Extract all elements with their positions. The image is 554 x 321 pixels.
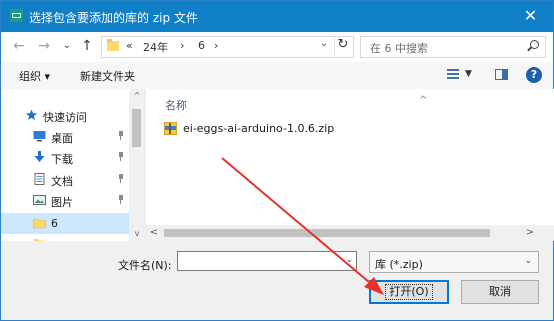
back-arrow-icon[interactable]: ←: [10, 37, 28, 55]
sidebar-item-downloads[interactable]: 下载: [1, 147, 129, 168]
filename-input[interactable]: ⌄: [177, 251, 357, 271]
sidebar-item-label: 文档: [51, 175, 73, 188]
sidebar-item-documents[interactable]: 文档: [1, 169, 129, 190]
command-bar: 组织 ▾ 新建文件夹 ▼ ?: [1, 62, 553, 90]
scrollbar-corner: [538, 225, 554, 241]
preview-pane-icon[interactable]: [495, 69, 508, 80]
sidebar-item-label: 下载: [51, 153, 73, 166]
file-list-pane: 名称 ^ ei-eggs-ai-arduino-1.0.6.zip < >: [145, 89, 554, 241]
search-icon[interactable]: [530, 40, 539, 49]
title-bar: 选择包含要添加的库的 zip 文件 ✕: [1, 1, 553, 32]
breadcrumb-overflow[interactable]: «: [126, 39, 133, 52]
address-bar[interactable]: « 24年 › 6 › ⌄ ↻: [101, 36, 354, 58]
search-placeholder: 在 6 中搜索: [370, 42, 428, 55]
folder-icon: [107, 39, 119, 51]
breadcrumb-6[interactable]: 6: [198, 39, 205, 52]
file-open-dialog: 选择包含要添加的库的 zip 文件 ✕ ← → ⌄ ↑ « 24年 › 6 › …: [0, 0, 554, 321]
navigation-pane: 快速访问 桌面 下载 文档 图片 6 ^ v: [1, 89, 145, 241]
chevron-down-icon[interactable]: ⌄: [345, 255, 353, 265]
column-header-name[interactable]: 名称 ^: [165, 95, 427, 113]
forward-arrow-icon[interactable]: →: [35, 37, 53, 55]
breadcrumb-separator[interactable]: ›: [180, 39, 184, 52]
sidebar-item-6[interactable]: 6: [1, 213, 129, 234]
dialog-footer: 文件名(N): ⌄ 库 (*.zip) ⌄ 打开(O) 取消: [1, 241, 553, 320]
sidebar-item-label: 6: [51, 217, 58, 230]
recent-locations-icon[interactable]: ⌄: [58, 37, 76, 55]
pin-icon[interactable]: [117, 195, 124, 204]
scrollbar-thumb[interactable]: [164, 229, 490, 237]
scrollbar-thumb[interactable]: [132, 109, 141, 147]
open-button-label: 打开(O): [385, 284, 433, 300]
zip-archive-icon: [164, 122, 177, 135]
view-options-icon[interactable]: [447, 69, 459, 81]
close-button[interactable]: ✕: [508, 1, 553, 32]
scroll-down-icon[interactable]: v: [129, 227, 145, 241]
chevron-down-icon[interactable]: ⌄: [524, 256, 532, 266]
file-type-select[interactable]: 库 (*.zip) ⌄: [369, 251, 539, 273]
app-icon: [10, 9, 23, 22]
sidebar-item-partial[interactable]: [1, 234, 129, 241]
open-button[interactable]: 打开(O): [369, 280, 449, 304]
document-icon: [34, 173, 45, 185]
sidebar-item-pictures[interactable]: 图片: [1, 190, 129, 211]
file-name: ei-eggs-ai-arduino-1.0.6.zip: [183, 122, 335, 135]
new-folder-button[interactable]: 新建文件夹: [80, 68, 135, 84]
cancel-button[interactable]: 取消: [461, 280, 539, 304]
organize-button[interactable]: 组织 ▾: [19, 68, 50, 84]
pin-icon[interactable]: [117, 174, 124, 183]
sidebar-item-label: 快速访问: [43, 111, 87, 124]
sidebar-scrollbar[interactable]: ^ v: [129, 89, 145, 241]
up-arrow-icon[interactable]: ↑: [78, 37, 96, 55]
desktop-icon: [33, 131, 46, 142]
scroll-right-icon[interactable]: >: [522, 225, 538, 241]
help-icon[interactable]: ?: [526, 67, 542, 83]
folder-icon: [33, 218, 46, 229]
sidebar-item-desktop[interactable]: 桌面: [1, 126, 129, 147]
file-list-vertical-track: [538, 89, 554, 225]
pin-icon[interactable]: [117, 152, 124, 161]
window-title: 选择包含要添加的库的 zip 文件: [29, 11, 198, 25]
download-icon: [34, 151, 45, 162]
cancel-button-label: 取消: [489, 285, 511, 298]
sidebar-item-label: 桌面: [51, 132, 73, 145]
address-row: ← → ⌄ ↑ « 24年 › 6 › ⌄ ↻ 在 6 中搜索: [1, 32, 553, 62]
picture-icon: [33, 195, 46, 205]
pin-icon[interactable]: [117, 131, 124, 140]
chevron-down-icon[interactable]: ⌄: [317, 38, 331, 49]
breadcrumb-separator[interactable]: ›: [214, 39, 218, 52]
sidebar-item-quick-access[interactable]: 快速访问: [1, 105, 129, 126]
file-list-hscrollbar[interactable]: < >: [146, 225, 538, 241]
refresh-icon[interactable]: ↻: [334, 37, 351, 55]
search-input[interactable]: 在 6 中搜索: [360, 36, 546, 58]
view-dropdown-icon[interactable]: ▼: [465, 69, 472, 79]
sort-ascending-icon: ^: [419, 95, 428, 106]
star-icon: [26, 109, 37, 120]
column-header-label: 名称: [165, 99, 187, 112]
sidebar-item-label: 图片: [51, 196, 73, 209]
scroll-left-icon[interactable]: <: [146, 225, 162, 241]
breadcrumb-24[interactable]: 24年: [143, 39, 168, 55]
file-type-value: 库 (*.zip): [375, 258, 423, 271]
scroll-up-icon[interactable]: ^: [129, 89, 145, 103]
file-item[interactable]: ei-eggs-ai-arduino-1.0.6.zip: [162, 120, 382, 138]
filename-label: 文件名(N):: [118, 259, 172, 272]
